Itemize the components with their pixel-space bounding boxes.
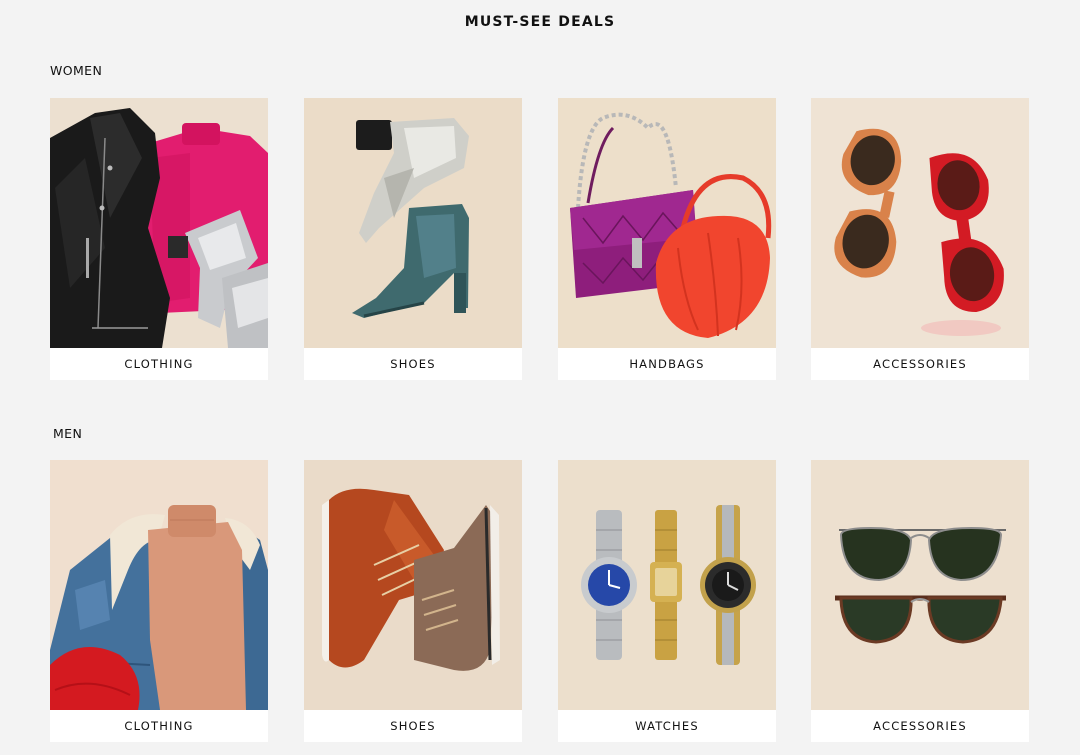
- card-label: ACCESSORIES: [873, 719, 967, 733]
- deal-card-men-shoes[interactable]: SHOES: [304, 460, 522, 742]
- section-label-women: WOMEN: [50, 63, 103, 78]
- card-label: WATCHES: [635, 719, 699, 733]
- women-shoes-photo: [304, 98, 522, 348]
- handbags-photo: [558, 98, 776, 348]
- watches-photo: [558, 460, 776, 710]
- page-title: MUST-SEE DEALS: [464, 14, 616, 30]
- deal-card-women-clothing[interactable]: CLOTHING: [50, 98, 268, 380]
- deal-card-women-shoes[interactable]: SHOES: [304, 98, 522, 380]
- men-boots-photo: [304, 460, 522, 710]
- deal-card-men-clothing[interactable]: CLOTHING: [50, 460, 268, 742]
- section-label-men: MEN: [53, 426, 83, 441]
- card-label: HANDBAGS: [629, 357, 705, 371]
- women-clothing-photo: [50, 98, 268, 348]
- card-label: SHOES: [390, 719, 436, 733]
- aviator-sunglasses-photo: [811, 460, 1029, 710]
- deal-card-watches[interactable]: WATCHES: [558, 460, 776, 742]
- deal-card-women-accessories[interactable]: ACCESSORIES: [811, 98, 1029, 380]
- men-clothing-photo: [50, 460, 268, 710]
- card-label: CLOTHING: [124, 357, 194, 371]
- card-label: ACCESSORIES: [873, 357, 967, 371]
- women-sunglasses-photo: [811, 98, 1029, 348]
- must-see-deals-page: MUST-SEE DEALS WOMEN CLOTHING SHOES HAND…: [0, 0, 1080, 755]
- card-label: CLOTHING: [124, 719, 194, 733]
- card-label: SHOES: [390, 357, 436, 371]
- deal-card-handbags[interactable]: HANDBAGS: [558, 98, 776, 380]
- deal-card-men-accessories[interactable]: ACCESSORIES: [811, 460, 1029, 742]
